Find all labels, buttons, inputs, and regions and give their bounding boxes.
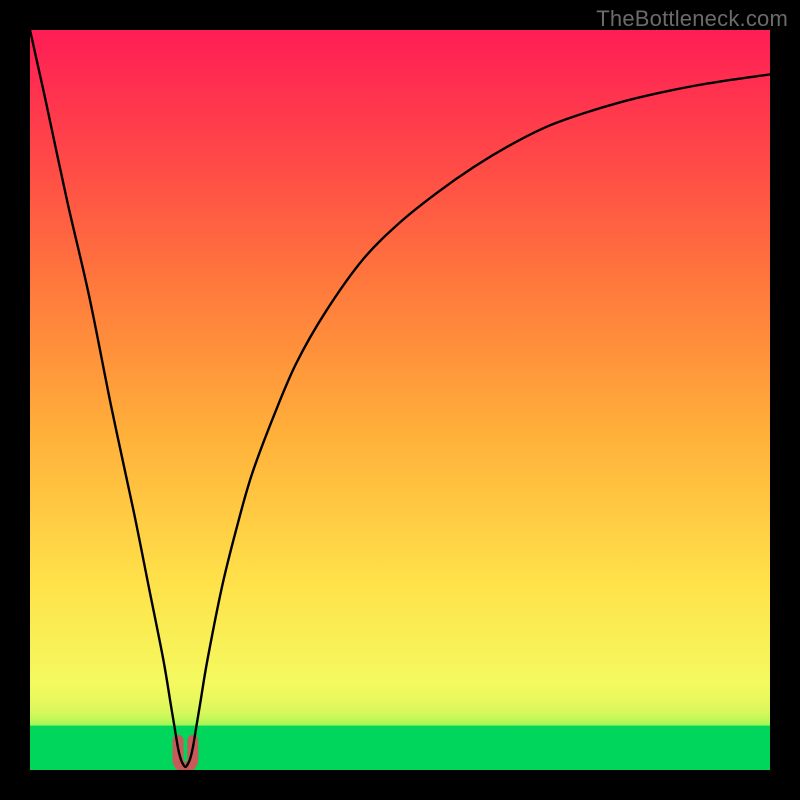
fade-band: [30, 674, 770, 726]
green-band: [30, 726, 770, 770]
watermark-label: TheBottleneck.com: [596, 6, 788, 32]
plot-area: [30, 30, 770, 770]
chart-svg: [30, 30, 770, 770]
chart-frame: TheBottleneck.com: [0, 0, 800, 800]
gradient-background: [30, 30, 770, 770]
